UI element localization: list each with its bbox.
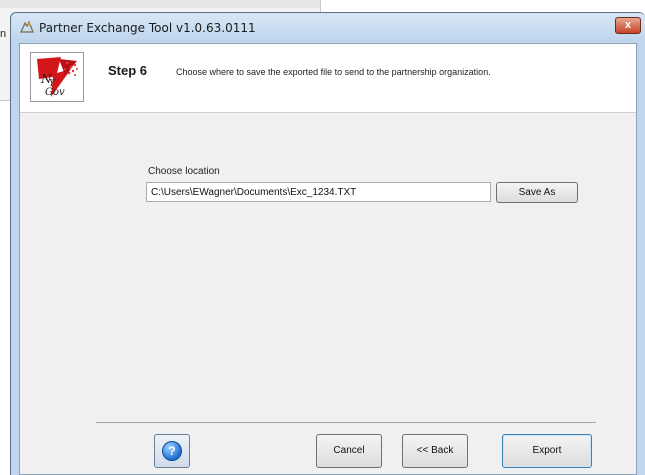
logo-image: N Y Gov bbox=[37, 57, 78, 98]
wizard-header: N Y Gov Step 6 Choose where to save the … bbox=[20, 44, 636, 112]
header-divider bbox=[20, 112, 636, 113]
nygov-logo: N Y Gov bbox=[30, 52, 84, 102]
svg-text:Gov: Gov bbox=[45, 87, 65, 98]
step-title: Step 6 bbox=[108, 63, 148, 78]
back-button[interactable]: << Back bbox=[402, 434, 468, 468]
footer-divider bbox=[96, 422, 596, 423]
close-button[interactable]: x bbox=[615, 17, 641, 34]
choose-location-label: Choose location bbox=[148, 166, 220, 177]
export-button[interactable]: Export bbox=[502, 434, 592, 468]
cancel-button[interactable]: Cancel bbox=[316, 434, 382, 468]
close-icon: x bbox=[624, 19, 632, 31]
help-button[interactable]: ? bbox=[154, 434, 190, 468]
background-band bbox=[0, 0, 320, 8]
title-bar[interactable]: Partner Exchange Tool v1.0.63.0111 x bbox=[11, 13, 645, 41]
file-path-input[interactable] bbox=[146, 182, 491, 202]
save-as-button[interactable]: Save As bbox=[496, 182, 578, 203]
background-text-fragment: n bbox=[0, 28, 7, 40]
dialog-client-area: N Y Gov Step 6 Choose where to save the … bbox=[19, 43, 637, 475]
app-icon bbox=[20, 20, 34, 33]
help-icon: ? bbox=[162, 441, 182, 461]
dialog-window: Partner Exchange Tool v1.0.63.0111 x N Y… bbox=[10, 12, 645, 475]
window-title: Partner Exchange Tool v1.0.63.0111 bbox=[39, 21, 256, 35]
step-description: Choose where to save the exported file t… bbox=[176, 67, 491, 77]
